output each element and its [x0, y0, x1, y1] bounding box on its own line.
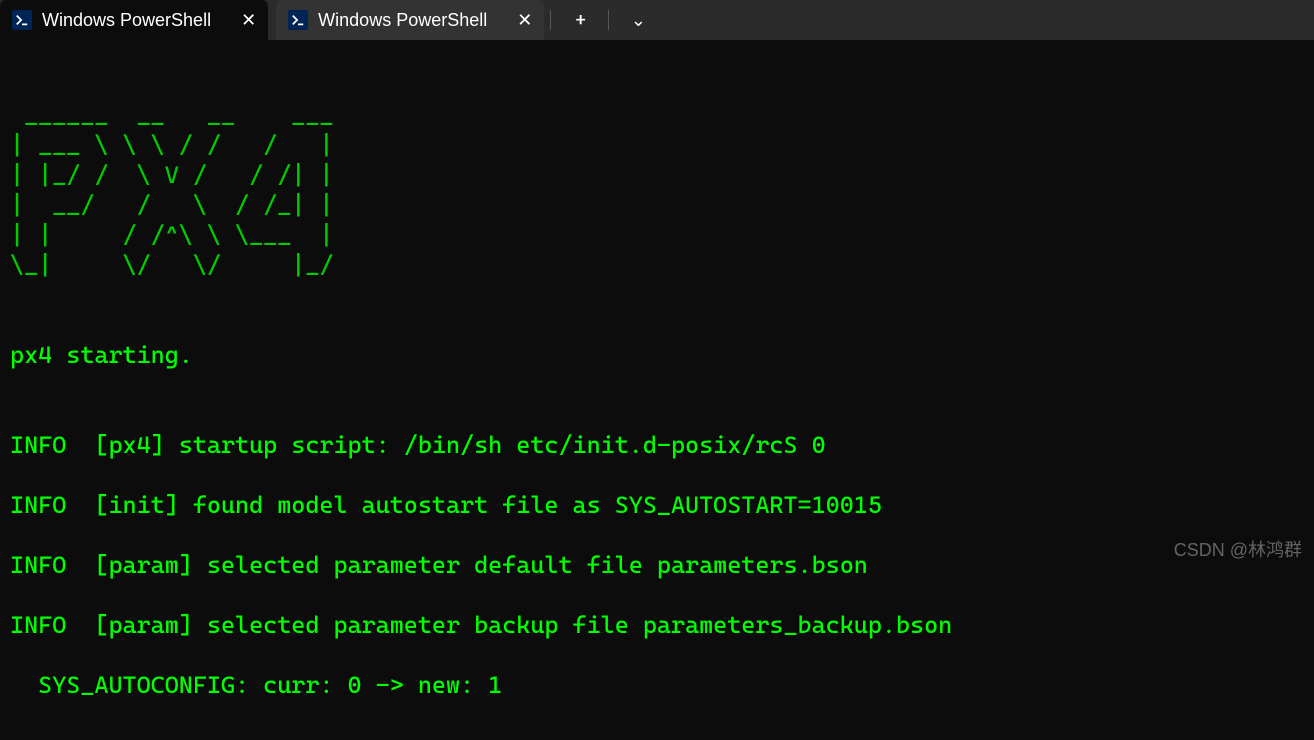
tab-separator [550, 10, 551, 30]
powershell-icon [288, 10, 308, 30]
log-line: INFO [init] found model autostart file a… [10, 490, 1304, 520]
terminal-output[interactable]: ______ __ __ ___ | ___ \ \ \ / / / | | |… [0, 40, 1314, 740]
tab-separator [608, 10, 609, 30]
powershell-icon [12, 10, 32, 30]
log-line: SYS_AUTOCONFIG: curr: 0 -> new: 1 [10, 670, 1304, 700]
tab-powershell-inactive[interactable]: Windows PowerShell ✕ [276, 0, 544, 40]
close-icon[interactable]: ✕ [221, 10, 256, 31]
log-line: INFO [param] selected parameter backup f… [10, 610, 1304, 640]
tab-bar: Windows PowerShell ✕ Windows PowerShell … [0, 0, 1314, 40]
log-line: INFO [param] selected parameter default … [10, 550, 1304, 580]
tab-actions: + ⌄ [557, 6, 664, 35]
log-line: INFO [px4] startup script: /bin/sh etc/i… [10, 430, 1304, 460]
close-icon[interactable]: ✕ [497, 10, 532, 31]
tab-title: Windows PowerShell [42, 10, 211, 31]
new-tab-button[interactable]: + [567, 6, 594, 35]
watermark: CSDN @林鸿群 [1174, 536, 1302, 562]
tab-powershell-active[interactable]: Windows PowerShell ✕ [0, 0, 268, 40]
starting-line: px4 starting. [10, 340, 1304, 370]
tab-dropdown-button[interactable]: ⌄ [623, 6, 654, 35]
ascii-art-px4: ______ __ __ ___ | ___ \ \ \ / / / | | |… [10, 100, 1304, 280]
tab-title: Windows PowerShell [318, 10, 487, 31]
